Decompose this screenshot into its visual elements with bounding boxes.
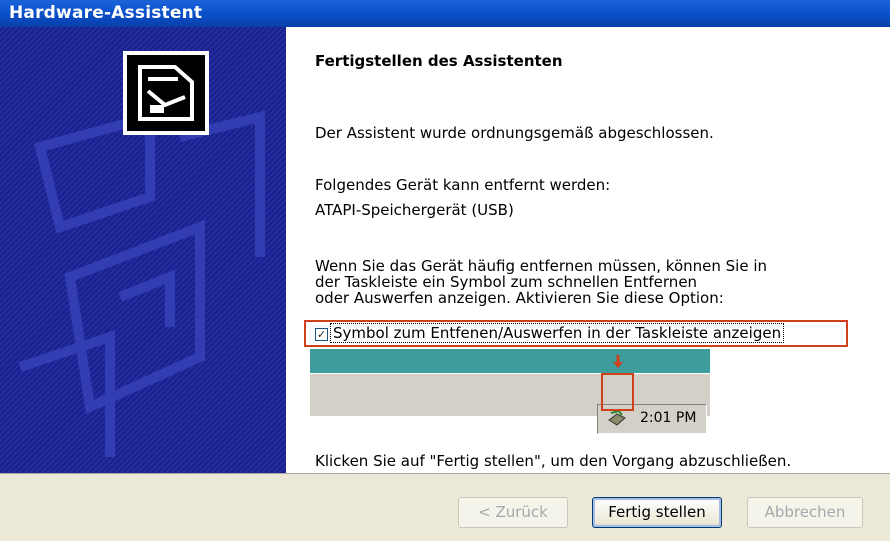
finish-hint: Klicken Sie auf "Fertig stellen", um den…: [315, 452, 792, 470]
hardware-icon: [123, 51, 209, 135]
wizard-content: Fertigstellen des Assistenten Der Assist…: [286, 27, 890, 473]
page-title: Fertigstellen des Assistenten: [315, 52, 563, 70]
tray-clock: 2:01 PM: [640, 410, 697, 426]
device-intro-label: Folgendes Gerät kann entfernt werden:: [315, 176, 611, 194]
cancel-button[interactable]: Abbrechen: [747, 497, 863, 528]
desktop-preview: [310, 349, 710, 373]
wizard-banner-graphic: [0, 27, 286, 473]
tray-icon-checkbox[interactable]: ✓: [315, 328, 328, 341]
button-bar: < Zurück Fertig stellen Abbrechen: [0, 473, 890, 541]
taskbar-preview-bar: 2:01 PM: [310, 373, 710, 434]
back-button[interactable]: < Zurück: [458, 497, 568, 528]
window-title: Hardware-Assistent: [0, 0, 890, 27]
completion-message: Der Assistent wurde ordnungsgemäß abgesc…: [315, 124, 714, 142]
hint-line-2: der Taskleiste ein Symbol zum schnellen …: [315, 273, 698, 291]
hint-line-3: oder Auswerfen anzeigen. Aktivieren Sie …: [315, 289, 724, 307]
wizard-side-banner: [0, 27, 286, 473]
device-name: ATAPI-Speichergerät (USB): [315, 201, 514, 219]
tray-icon-highlight: [601, 373, 634, 411]
hint-line-1: Wenn Sie das Gerät häufig entfernen müss…: [315, 257, 768, 275]
tray-icon-checkbox-label[interactable]: Symbol zum Entfenen/Auswerfen in der Tas…: [329, 323, 785, 343]
hardware-wizard-window: Hardware-Assistent Fertigstellen des Ass…: [0, 0, 890, 541]
safely-remove-hardware-icon: [608, 410, 626, 426]
tray-icon-option[interactable]: ✓ Symbol zum Entfenen/Auswerfen in der T…: [304, 320, 848, 347]
finish-button[interactable]: Fertig stellen: [592, 497, 722, 528]
taskbar-preview: 2:01 PM: [310, 349, 710, 434]
down-arrow-icon: [613, 355, 623, 368]
